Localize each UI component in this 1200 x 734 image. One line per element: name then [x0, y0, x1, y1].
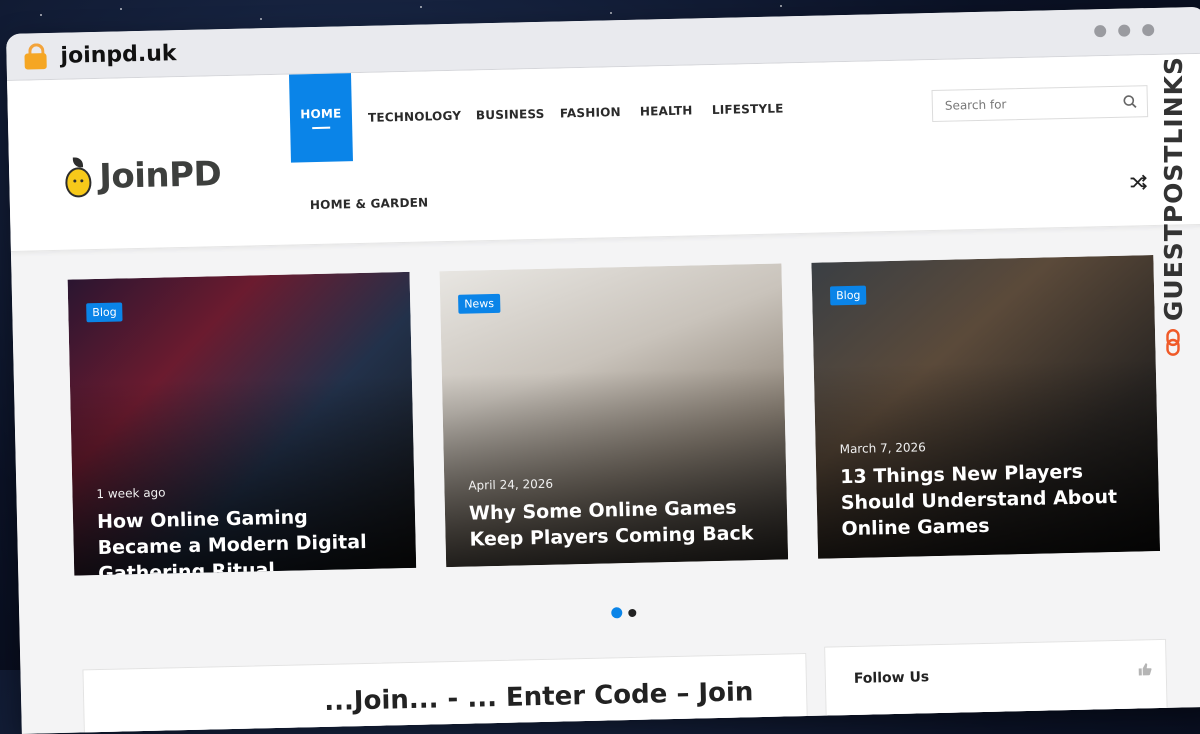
slide-date: 1 week ago — [96, 485, 166, 502]
nav-item-business[interactable]: BUSINESS — [476, 107, 545, 123]
slide-card[interactable]: News April 24, 2026 Why Some Online Game… — [439, 263, 789, 568]
main-content-card: ...Join... - ... Enter Code – Join — [82, 653, 809, 734]
brand-name: GUESTPOSTLINKS — [1158, 56, 1188, 322]
pager-dot-active[interactable] — [611, 607, 623, 619]
active-indicator — [312, 126, 331, 130]
nav-item-lifestyle[interactable]: LIFESTYLE — [712, 101, 784, 117]
search-input[interactable] — [942, 93, 1124, 114]
shuffle-icon[interactable] — [1129, 173, 1148, 191]
lock-icon — [24, 43, 47, 70]
site-header: JoinPD HOME TECHNOLOGY BUSINESS FASHION … — [7, 53, 1200, 252]
search-box[interactable] — [931, 85, 1149, 123]
nav-label: HOME — [300, 106, 342, 122]
follow-title: Follow Us — [853, 669, 930, 687]
slide-title[interactable]: How Online Gaming Became a Modern Digita… — [97, 502, 399, 575]
url-text[interactable]: joinpd.uk — [60, 41, 177, 69]
slider-pager — [611, 607, 637, 619]
window-controls — [1094, 23, 1155, 38]
guestpostlinks-brand: GUESTPOSTLINKS — [1150, 56, 1196, 356]
nav-item-technology[interactable]: TECHNOLOGY — [368, 109, 461, 125]
category-badge[interactable]: Blog — [829, 285, 867, 306]
article-heading-peek: ...Join... - ... Enter Code – Join — [323, 677, 754, 717]
browser-window: joinpd.uk JoinPD HOME TECHNOLOGY BUSINES… — [6, 6, 1200, 734]
slide-date: April 24, 2026 — [468, 476, 554, 493]
follow-us-widget: Follow Us — [824, 638, 1169, 734]
slide-card[interactable]: Blog March 7, 2026 13 Things New Players… — [811, 255, 1161, 559]
thumbs-up-icon — [1138, 663, 1152, 676]
search-icon[interactable] — [1123, 94, 1137, 109]
pager-dot[interactable] — [628, 608, 637, 617]
window-dot[interactable] — [1118, 24, 1131, 37]
web-page: JoinPD HOME TECHNOLOGY BUSINESS FASHION … — [7, 53, 1200, 734]
nav-item-fashion[interactable]: FASHION — [560, 105, 621, 120]
category-badge[interactable]: News — [458, 293, 501, 314]
slide-title[interactable]: 13 Things New Players Should Understand … — [840, 457, 1142, 542]
nav-item-health[interactable]: HEALTH — [640, 103, 693, 118]
window-dot[interactable] — [1142, 23, 1155, 37]
chain-link-icon — [1166, 329, 1180, 356]
nav-item-home-garden[interactable]: HOME & GARDEN — [310, 195, 429, 212]
logo-text: JoinPD — [98, 154, 222, 197]
featured-slider: Blog 1 week ago How Online Gaming Became… — [67, 255, 1175, 580]
slide-title[interactable]: Why Some Online Games Keep Players Comin… — [469, 494, 770, 553]
nav-item-home[interactable]: HOME — [288, 73, 353, 163]
site-logo[interactable]: JoinPD — [63, 154, 222, 198]
slide-card[interactable]: Blog 1 week ago How Online Gaming Became… — [67, 271, 417, 576]
main-nav: HOME TECHNOLOGY BUSINESS FASHION HEALTH … — [288, 63, 813, 245]
slide-date: March 7, 2026 — [839, 440, 926, 457]
window-dot[interactable] — [1094, 25, 1107, 38]
pear-logo-icon — [63, 157, 94, 198]
category-badge[interactable]: Blog — [86, 302, 123, 323]
